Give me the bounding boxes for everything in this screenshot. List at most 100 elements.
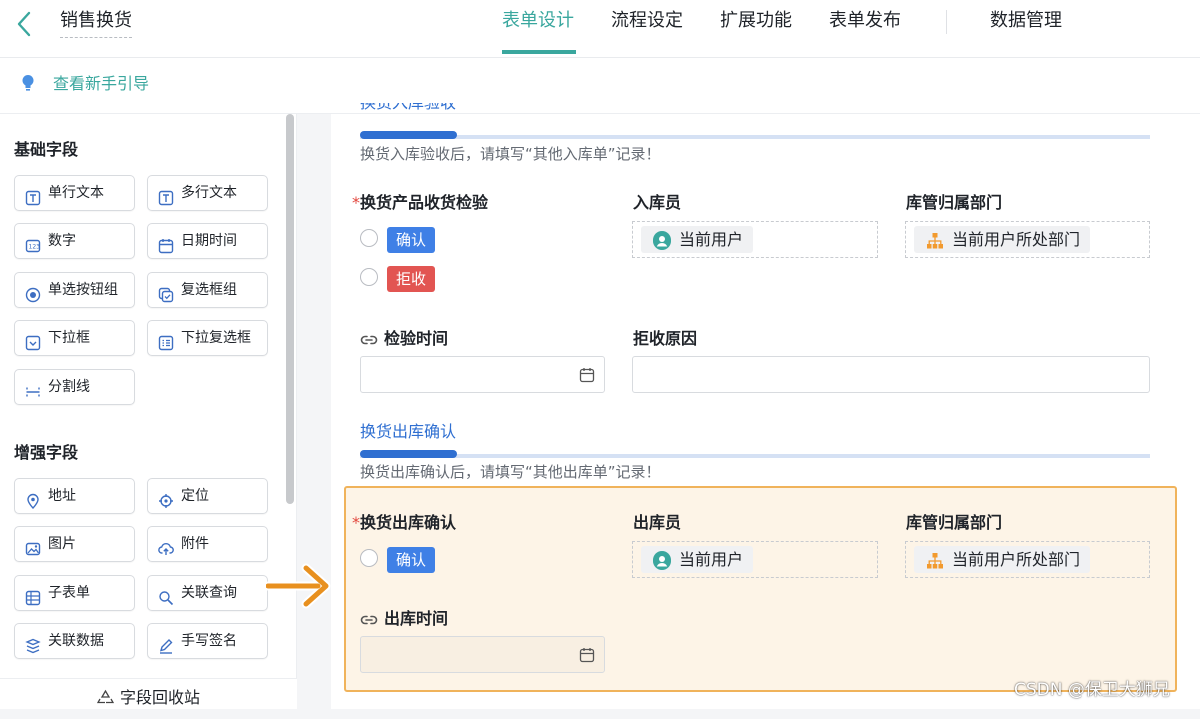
field-label: 下拉复选框 xyxy=(181,330,251,346)
section-bar-fill xyxy=(360,131,457,139)
field-dropdown-multi[interactable]: 下拉复选框 xyxy=(147,320,268,356)
guide-bar xyxy=(0,58,1200,114)
calendar-icon xyxy=(579,367,595,383)
field-label: 分割线 xyxy=(48,379,90,395)
field-label: 关联查询 xyxy=(181,585,237,601)
label-inspect-time: 检验时间 xyxy=(384,329,449,348)
section-title-inbound: 换货入库验收 xyxy=(360,103,456,114)
recycle-label: 字段回收站 xyxy=(119,688,200,707)
watermark: CSDN @保卫大狮兄 xyxy=(1014,680,1170,700)
svg-text:123: 123 xyxy=(29,244,41,251)
option-tag-reject: 拒收 xyxy=(387,266,436,292)
dept-field[interactable]: 当前用户所处部门 xyxy=(905,221,1150,258)
field-label: 数字 xyxy=(48,233,76,249)
active-tab-indicator xyxy=(502,50,576,54)
tab-form-publish[interactable]: 表单发布 xyxy=(829,9,901,33)
dropdown-icon xyxy=(25,330,41,351)
basic-fields-title: 基础字段 xyxy=(14,140,79,159)
out-time-input[interactable] xyxy=(360,636,605,673)
section-title-outbound: 换货出库确认 xyxy=(360,422,457,441)
calendar-icon xyxy=(158,233,174,254)
label-dept: 库管归属部门 xyxy=(906,193,1003,212)
radio-outbound-confirm[interactable] xyxy=(360,549,378,567)
field-datetime[interactable]: 日期时间 xyxy=(147,223,268,259)
guide-link[interactable]: 查看新手引导 xyxy=(53,73,149,95)
section-bar-fill xyxy=(360,450,457,458)
field-signature[interactable]: 手写签名 xyxy=(147,623,268,659)
field-label: 子表单 xyxy=(48,585,90,601)
shipper-field[interactable]: 当前用户 xyxy=(632,541,878,578)
field-linked-query[interactable]: 关联查询 xyxy=(147,575,268,611)
location-pin-icon xyxy=(25,488,41,510)
arrow-right-icon xyxy=(263,562,332,610)
field-label: 下拉框 xyxy=(48,330,90,346)
divider-icon xyxy=(25,379,41,397)
field-label: 图片 xyxy=(48,536,76,552)
app-title[interactable]: 销售换货 xyxy=(60,9,132,38)
dept-chip: 当前用户所处部门 xyxy=(914,226,1091,253)
tab-extensions[interactable]: 扩展功能 xyxy=(720,9,792,33)
field-address[interactable]: 地址 xyxy=(14,478,135,514)
top-bar: 销售换货 表单设计 流程设定 扩展功能 表单发布 数据管理 xyxy=(0,0,1200,58)
label-receiver: 入库员 xyxy=(633,193,682,212)
user-icon xyxy=(653,551,671,570)
field-checkbox-group[interactable]: 复选框组 xyxy=(147,272,268,308)
field-divider[interactable]: 分割线 xyxy=(14,369,135,405)
field-dropdown[interactable]: 下拉框 xyxy=(14,320,135,356)
receiver-field[interactable]: 当前用户 xyxy=(632,221,878,258)
enhanced-fields-title: 增强字段 xyxy=(14,443,79,462)
field-multi-line-text[interactable]: 多行文本 xyxy=(147,175,268,211)
user-chip: 当前用户 xyxy=(641,226,754,253)
text-field-icon xyxy=(25,185,41,206)
field-label: 定位 xyxy=(181,488,209,504)
tab-process-settings[interactable]: 流程设定 xyxy=(611,9,683,33)
field-label: 日期时间 xyxy=(181,233,237,249)
field-single-line-text[interactable]: 单行文本 xyxy=(14,175,135,211)
section-desc-inbound: 换货入库验收后，请填写“其他入库单”记录！ xyxy=(360,145,661,163)
field-linked-data[interactable]: 关联数据 xyxy=(14,623,135,659)
recycle-bin-button[interactable]: 字段回收站 xyxy=(0,678,297,709)
field-label: 多行文本 xyxy=(181,185,237,201)
link-icon xyxy=(360,612,378,626)
label-out-time: 出库时间 xyxy=(384,609,449,628)
field-number[interactable]: 123 数字 xyxy=(14,223,135,259)
field-label: 附件 xyxy=(181,536,209,552)
dept-field[interactable]: 当前用户所处部门 xyxy=(905,541,1150,578)
field-label: 复选框组 xyxy=(181,282,237,298)
label-inspection: *换货产品收货检验 xyxy=(352,193,489,212)
radio-confirm[interactable] xyxy=(360,229,378,247)
chevron-left-icon[interactable] xyxy=(14,9,38,39)
org-chart-icon xyxy=(926,551,944,569)
label-outbound-confirm: *换货出库确认 xyxy=(352,513,457,532)
section-bar-track xyxy=(360,454,1150,458)
lightbulb-icon xyxy=(21,74,35,92)
user-chip-label: 当前用户 xyxy=(679,550,744,569)
calendar-icon xyxy=(579,647,595,663)
label-reject-reason: 拒收原因 xyxy=(633,329,698,348)
search-link-icon xyxy=(158,585,174,606)
crosshair-icon xyxy=(158,488,174,508)
textarea-icon xyxy=(158,185,174,206)
reject-reason-input[interactable] xyxy=(632,356,1150,393)
pen-icon xyxy=(158,633,174,654)
tab-form-design[interactable]: 表单设计 xyxy=(502,9,574,33)
sidebar-scrollbar[interactable] xyxy=(286,114,294,504)
checkbox-group-icon xyxy=(158,282,174,303)
field-radio-group[interactable]: 单选按钮组 xyxy=(14,272,135,308)
option-tag-confirm: 确认 xyxy=(387,227,436,253)
field-image[interactable]: 图片 xyxy=(14,526,135,562)
user-chip-label: 当前用户 xyxy=(679,230,744,249)
cloud-upload-icon xyxy=(158,536,174,555)
label-shipper: 出库员 xyxy=(633,513,682,532)
field-subform[interactable]: 子表单 xyxy=(14,575,135,611)
image-icon xyxy=(25,536,41,556)
inspect-time-input[interactable] xyxy=(360,356,605,393)
link-icon xyxy=(360,332,378,346)
user-chip: 当前用户 xyxy=(641,546,754,573)
radio-reject[interactable] xyxy=(360,268,378,286)
number-icon: 123 xyxy=(25,233,41,253)
field-geolocation[interactable]: 定位 xyxy=(147,478,268,514)
tab-data-management[interactable]: 数据管理 xyxy=(990,9,1062,33)
link-data-icon xyxy=(25,633,41,654)
field-attachment[interactable]: 附件 xyxy=(147,526,268,562)
